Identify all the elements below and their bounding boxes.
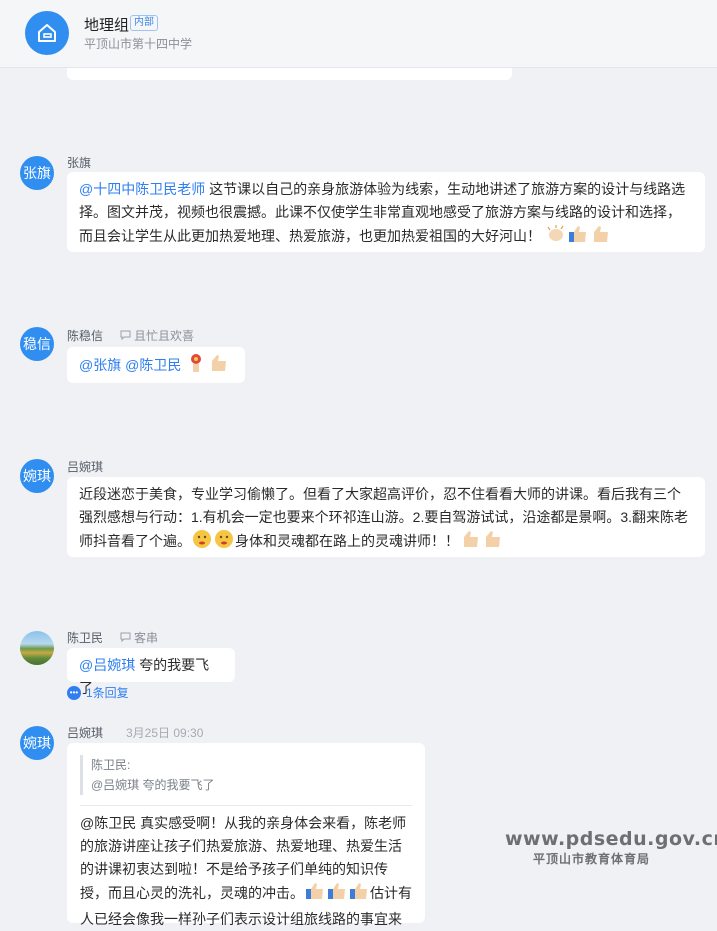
- message-bubble: 陈卫民: @吕婉琪 夸的我要飞了 @陈卫民 真实感受啊！从我的亲身体会来看，陈老…: [67, 743, 425, 927]
- message-bubble: 近段迷恋于美食，专业学习偷懒了。但看了大家超高评价，忍不住看看大师的讲课。看后我…: [67, 477, 705, 557]
- shy-face-emoji: [214, 529, 234, 556]
- chat-header: 地理组 内部 平顶山市第十四中学: [0, 0, 717, 68]
- status-text: 客串: [134, 631, 159, 645]
- thumbs-up-emoji: [568, 224, 588, 251]
- thumbs-up-emoji: [305, 881, 325, 908]
- group-avatar[interactable]: [25, 11, 69, 55]
- avatar[interactable]: 稳信: [20, 327, 54, 361]
- thumbs-up-emoji: [482, 529, 502, 556]
- message-bubble: @十四中陈卫民老师 这节课以自己的亲身旅游体验为线索，生动地讲述了旅游方案的设计…: [67, 172, 705, 252]
- flower-emoji: [186, 353, 206, 380]
- avatar[interactable]: 张旗: [20, 156, 54, 190]
- quote-text: @吕婉琪 夸的我要飞了: [91, 778, 215, 792]
- group-name[interactable]: 地理组: [84, 14, 129, 35]
- message-time: 3月25日 09:30: [126, 726, 204, 740]
- quote-author: 陈卫民:: [91, 758, 131, 772]
- message-bubble: @吕婉琪 夸的我要飞了: [67, 648, 235, 696]
- avatar[interactable]: 婉琪: [20, 726, 54, 760]
- divider: [80, 805, 412, 806]
- clap-emoji: [546, 224, 566, 251]
- view-replies-link[interactable]: ••• 1条回复: [67, 684, 129, 701]
- status-text: 且忙且欢喜: [134, 329, 195, 343]
- thumbs-up-emoji: [327, 881, 347, 908]
- sender-name[interactable]: 吕婉琪: [67, 724, 103, 741]
- watermark-org: 平顶山市教育体育局: [533, 852, 651, 866]
- thumbs-up-emoji: [208, 353, 228, 380]
- avatar[interactable]: [20, 631, 54, 665]
- group-house-icon: [38, 24, 56, 42]
- reply-count[interactable]: 1条回复: [86, 684, 129, 701]
- message-text: 身体和灵魂都在路上的灵魂讲师！！: [235, 533, 459, 550]
- status-icon: [120, 632, 131, 643]
- thumbs-up-emoji: [460, 529, 480, 556]
- shy-face-emoji: [192, 529, 212, 556]
- message-bubble: @张旗 @陈卫民: [67, 347, 245, 383]
- more-dots-icon: •••: [67, 685, 81, 700]
- sender-name[interactable]: 张旗: [67, 154, 91, 171]
- avatar[interactable]: 婉琪: [20, 459, 54, 493]
- mention-link[interactable]: @吕婉琪: [79, 657, 135, 673]
- group-organization: 平顶山市第十四中学: [84, 37, 193, 51]
- user-status: 客串: [120, 629, 158, 646]
- internal-tag: 内部: [130, 15, 158, 31]
- quoted-message[interactable]: 陈卫民: @吕婉琪 夸的我要飞了: [80, 755, 412, 795]
- mention-link[interactable]: @十四中陈卫民老师: [79, 181, 205, 197]
- sender-name[interactable]: 陈卫民: [67, 629, 103, 646]
- sender-name[interactable]: 吕婉琪: [67, 458, 103, 475]
- sender-name[interactable]: 陈稳信: [67, 327, 103, 344]
- mention-link[interactable]: @张旗 @陈卫民: [79, 357, 181, 373]
- user-status: 且忙且欢喜: [120, 327, 194, 344]
- status-icon: [120, 330, 131, 341]
- thumbs-up-emoji: [590, 224, 610, 251]
- watermark-url: www.pdsedu.gov.cn: [505, 828, 717, 850]
- thumbs-up-emoji: [349, 881, 369, 908]
